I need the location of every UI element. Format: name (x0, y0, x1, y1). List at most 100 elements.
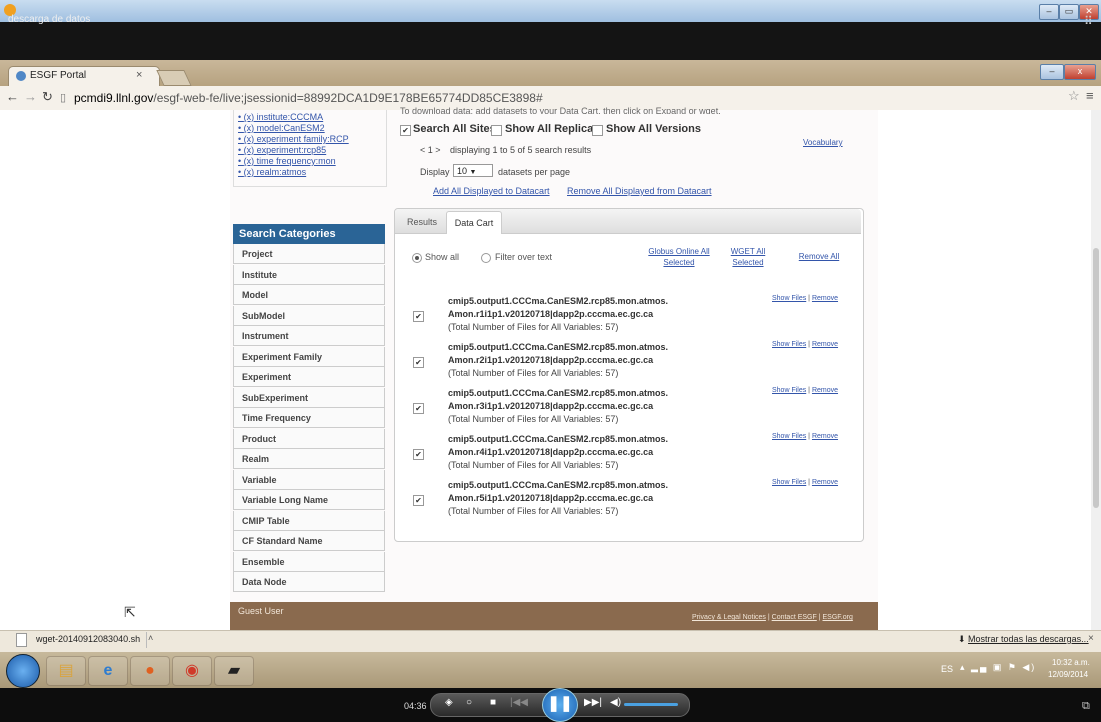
add-all-to-datacart-link[interactable]: Add All Displayed to Datacart (433, 186, 550, 196)
facet-link[interactable]: • (x) institute:CCCMA (238, 112, 323, 122)
search-category-item[interactable]: Institute (233, 264, 385, 285)
show-all-replicas-checkbox[interactable] (491, 125, 502, 136)
tab-results[interactable]: Results (400, 213, 444, 232)
system-tray-icons[interactable]: ▴ ▂▄ ▣ ⚑ ◀) (960, 662, 1036, 673)
remove-all-from-datacart-link[interactable]: Remove All Displayed from Datacart (567, 186, 712, 196)
address-bar[interactable]: pcmdi9.llnl.gov/esgf-web-fe/live;jsessio… (74, 91, 543, 105)
chrome-icon[interactable]: ◉ (172, 656, 212, 686)
show-all-downloads-link[interactable]: ⬇ Mostrar todas las descargas... (958, 634, 1089, 645)
search-category-item[interactable]: Variable (233, 469, 385, 490)
search-category-item[interactable]: Realm (233, 449, 385, 469)
search-category-item[interactable]: Model (233, 285, 385, 305)
dataset-id: Amon.r2i1p1.v20120718|dapp2p.cccma.ec.gc… (448, 355, 654, 365)
browser-close-button[interactable]: x (1064, 64, 1096, 80)
show-files-link[interactable]: Show Files (772, 479, 806, 486)
search-category-item[interactable]: Experiment (233, 367, 385, 387)
remove-link[interactable]: Remove (812, 387, 838, 394)
fullscreen-icon[interactable]: ⧉ (1082, 700, 1090, 713)
dataset-id: Amon.r5i1p1.v20120718|dapp2p.cccma.ec.gc… (448, 493, 654, 503)
remove-link[interactable]: Remove (812, 341, 838, 348)
dataset-checkbox[interactable]: ✔ (413, 449, 424, 460)
show-all-versions-checkbox[interactable] (592, 125, 603, 136)
facet-link[interactable]: • (x) experiment:rcp85 (238, 145, 326, 155)
scrollbar-thumb[interactable] (1093, 248, 1099, 508)
page-size-select[interactable]: 10 ▼ (453, 164, 493, 177)
search-category-item[interactable]: Project (233, 244, 385, 264)
dataset-checkbox[interactable]: ✔ (413, 357, 424, 368)
browser-minimize-button[interactable]: – (1040, 64, 1064, 80)
footer-links: Privacy & Legal Notices | Contact ESGF |… (692, 614, 853, 621)
search-category-item[interactable]: SubExperiment (233, 387, 385, 408)
dataset-title: cmip5.output1.CCCma.CanESM2.rcp85.mon.at… (448, 434, 669, 444)
maximize-button[interactable]: ▭ (1059, 4, 1079, 20)
pause-icon[interactable]: ❚❚ (542, 688, 578, 722)
firefox-icon[interactable]: ● (130, 656, 170, 686)
reload-icon[interactable]: ↻ (42, 89, 53, 105)
back-icon[interactable]: ← (6, 89, 19, 104)
show-all-radio[interactable] (412, 253, 422, 263)
facet-link[interactable]: • (x) experiment family:RCP (238, 134, 349, 144)
globus-online-all-selected-link[interactable]: Globus Online All Selected (643, 246, 715, 268)
start-button[interactable] (6, 654, 40, 688)
grid-icon[interactable]: ⠿ (1084, 14, 1093, 28)
stop-icon[interactable]: ■ (490, 697, 496, 708)
remove-link[interactable]: Remove (812, 295, 838, 302)
show-files-link[interactable]: Show Files (772, 433, 806, 440)
shuffle-icon[interactable]: ○ (466, 697, 472, 708)
dataset-checkbox[interactable]: ✔ (413, 403, 424, 414)
wget-all-selected-link[interactable]: WGET All Selected (727, 246, 769, 268)
dataset-actions: Show Files | Remove (772, 341, 838, 348)
player-title-bar (0, 22, 1101, 60)
prev-icon[interactable]: |◀◀ (510, 697, 528, 708)
volume-icon[interactable]: ◀) (610, 697, 621, 708)
download-menu-chevron-icon[interactable]: ˄ (148, 633, 153, 643)
facet-link[interactable]: • (x) model:CanESM2 (238, 123, 325, 133)
internet-explorer-icon[interactable]: e (88, 656, 128, 686)
search-category-item[interactable]: Instrument (233, 326, 385, 346)
explorer-icon[interactable]: ▤ (46, 656, 86, 686)
show-files-link[interactable]: Show Files (772, 387, 806, 394)
minimize-button[interactable]: – (1039, 4, 1059, 20)
tab-close-icon[interactable]: × (136, 69, 142, 81)
search-category-item[interactable]: Experiment Family (233, 346, 385, 367)
search-category-item[interactable]: Data Node (233, 572, 385, 592)
media-player-logo-icon[interactable]: ◈ (445, 697, 453, 708)
next-icon[interactable]: ▶▶| (584, 697, 602, 708)
close-downloads-icon[interactable]: × (1088, 633, 1094, 644)
search-category-item[interactable]: SubModel (233, 305, 385, 326)
tab-data-cart[interactable]: Data Cart (446, 211, 502, 234)
search-category-item[interactable]: CF Standard Name (233, 531, 385, 551)
search-category-item[interactable]: Variable Long Name (233, 490, 385, 510)
show-files-link[interactable]: Show Files (772, 341, 806, 348)
forward-icon[interactable]: → (24, 89, 37, 104)
facet-link[interactable]: • (x) time frequency:mon (238, 156, 336, 166)
vocabulary-link[interactable]: Vocabulary (803, 138, 843, 147)
dataset-checkbox[interactable]: ✔ (413, 495, 424, 506)
privacy-link[interactable]: Privacy & Legal Notices (692, 614, 766, 621)
menu-icon[interactable]: ≡ (1086, 88, 1094, 103)
show-all-versions-label: Show All Versions (606, 123, 701, 135)
search-category-item[interactable]: Ensemble (233, 551, 385, 572)
volume-slider[interactable] (624, 703, 678, 706)
facet-link[interactable]: • (x) realm:atmos (238, 167, 306, 177)
search-category-item[interactable]: Time Frequency (233, 408, 385, 428)
clock-time[interactable]: 10:32 a.m. (1052, 658, 1090, 667)
pager[interactable]: < 1 > (420, 145, 441, 155)
search-category-item[interactable]: Product (233, 428, 385, 449)
show-files-link[interactable]: Show Files (772, 295, 806, 302)
contact-link[interactable]: Contact ESGF (772, 614, 817, 621)
media-player-icon[interactable]: ▰ (214, 656, 254, 686)
remove-link[interactable]: Remove (812, 479, 838, 486)
download-item[interactable]: wget-20140912083040.sh (36, 634, 140, 644)
search-category-item[interactable]: CMIP Table (233, 510, 385, 531)
filter-over-text-radio[interactable] (481, 253, 491, 263)
remove-all-link[interactable]: Remove All (792, 251, 846, 262)
esgf-org-link[interactable]: ESGF.org (823, 614, 853, 621)
search-all-sites-checkbox[interactable]: ✔ (400, 125, 411, 136)
bookmark-star-icon[interactable]: ☆ (1068, 88, 1080, 104)
remove-link[interactable]: Remove (812, 433, 838, 440)
globe-icon (16, 71, 26, 81)
dataset-checkbox[interactable]: ✔ (413, 311, 424, 322)
language-indicator[interactable]: ES (941, 664, 953, 674)
clock-date[interactable]: 12/09/2014 (1048, 670, 1088, 679)
